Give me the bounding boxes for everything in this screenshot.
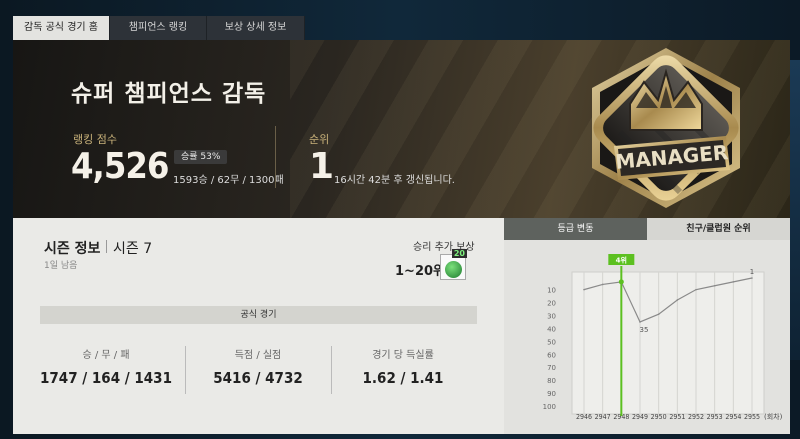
data-point xyxy=(583,288,585,291)
tab-champions-ranking[interactable]: 챔피언스 랭킹 xyxy=(110,16,207,40)
reward-count-badge: 20 xyxy=(451,249,467,258)
x-tick-label: 2955 xyxy=(744,413,760,421)
season-separator xyxy=(106,240,107,253)
data-point xyxy=(618,279,624,285)
point-label: 35 xyxy=(640,326,649,334)
stat-goals: 득점 / 실점 5416 / 4732 xyxy=(183,346,333,387)
x-tick-label: 2946 xyxy=(576,413,592,421)
data-point xyxy=(751,277,753,279)
win-bonus-range: 1~20위 xyxy=(395,264,445,279)
reward-ball-icon[interactable]: 20 xyxy=(440,249,467,280)
y-tick-label: 50 xyxy=(547,338,556,346)
data-point xyxy=(639,321,641,323)
days-remaining: 1일 남음 xyxy=(44,261,78,271)
x-tick-label: 2952 xyxy=(688,413,704,421)
stat-wdl: 승 / 무 / 패 1747 / 164 / 1431 xyxy=(31,346,181,387)
y-tick-label: 90 xyxy=(547,390,556,398)
manager-emblem-icon: MANAGER xyxy=(592,48,740,208)
plot-area xyxy=(571,271,765,415)
tab-reward-details[interactable]: 보상 상세 정보 xyxy=(207,16,305,40)
y-tick-label: 30 xyxy=(547,312,556,320)
data-point xyxy=(713,284,716,287)
data-point xyxy=(676,299,679,301)
x-tick-label: 2953 xyxy=(707,413,723,421)
position-value: 1 xyxy=(309,146,335,187)
point-label: 1 xyxy=(750,268,754,276)
x-tick-label: 2954 xyxy=(725,413,741,421)
x-tick-label: 2950 xyxy=(651,413,667,421)
season-panel: 시즌 정보 시즌 7 1일 남음 승리 추가 보상 1~20위 20 공식 경기… xyxy=(13,218,504,434)
stat-label: 경기 당 득실률 xyxy=(372,350,434,361)
x-tick-label: 2949 xyxy=(632,413,648,421)
refresh-countdown: 16시간 42분 후 갱신됩니다. xyxy=(334,175,455,186)
official-match-bar: 공식 경기 xyxy=(40,306,477,324)
tab-grade-change[interactable]: 등급 변동 xyxy=(504,218,647,240)
data-point xyxy=(601,283,604,286)
season-info-title: 시즌 정보 xyxy=(44,241,101,257)
stat-value: 1747 / 164 / 1431 xyxy=(40,369,172,387)
stat-value: 5416 / 4732 xyxy=(213,369,303,387)
y-tick-label: 80 xyxy=(547,377,556,385)
y-tick-label: 20 xyxy=(547,300,556,308)
rank-score-value: 4,526 xyxy=(71,146,169,187)
data-point xyxy=(732,281,735,283)
stat-label: 승 / 무 / 패 xyxy=(82,350,130,361)
y-tick-label: 70 xyxy=(547,364,556,372)
stat-value: 1.62 / 1.41 xyxy=(362,369,444,387)
x-tick-label: 2951 xyxy=(669,413,685,421)
ball-icon xyxy=(445,261,462,278)
rank-score-label: 랭킹 점수 xyxy=(73,133,117,146)
highlight-label: 4위 xyxy=(616,256,627,265)
chart-panel: 등급 변동 친구/클럽원 순위 10 20 30 40 50 60 70 80 90 100 294… xyxy=(504,218,790,434)
tab-manager-home[interactable]: 감독 공식 경기 홈 xyxy=(13,16,110,40)
top-tabs: 감독 공식 경기 홈 챔피언스 랭킹 보상 상세 정보 xyxy=(13,16,305,40)
data-point xyxy=(695,288,697,291)
hero-banner: 슈퍼 챔피언스 감독 랭킹 점수 4,526 승률 53% 1593승 / 62… xyxy=(13,40,790,218)
hero-divider xyxy=(275,126,276,188)
data-point xyxy=(657,313,660,316)
tab-friend-club-ranking[interactable]: 친구/클럽원 순위 xyxy=(647,218,790,240)
y-tick-label: 100 xyxy=(543,403,556,411)
winrate-badge: 승률 53% xyxy=(174,150,228,164)
y-tick-label: 60 xyxy=(547,351,556,359)
position-label: 순위 xyxy=(309,133,330,146)
y-tick-label: 10 xyxy=(547,287,556,295)
win-draw-loss-record: 1593승 / 62무 / 1300패 xyxy=(173,175,284,186)
division-title: 슈퍼 챔피언스 감독 xyxy=(71,81,267,107)
stat-goal-ratio: 경기 당 득실률 1.62 / 1.41 xyxy=(328,346,478,387)
x-tick-label: 2947 xyxy=(595,413,611,421)
y-tick-label: 40 xyxy=(547,325,556,333)
season-number: 시즌 7 xyxy=(113,241,153,257)
stat-label: 득점 / 실점 xyxy=(234,350,282,361)
x-axis-suffix: (회차) xyxy=(764,412,783,421)
rank-history-chart: 1020304050607080901002946 2947 2948 2949 295… xyxy=(543,254,783,421)
